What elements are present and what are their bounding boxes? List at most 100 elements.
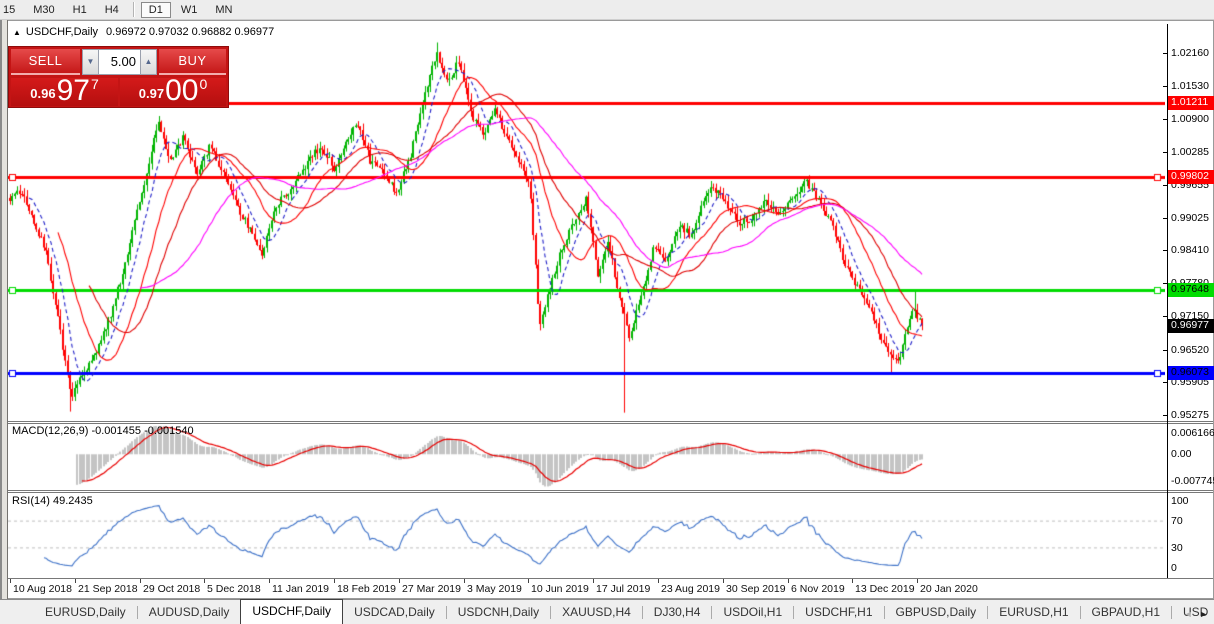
timeframe-m30[interactable]: M30 xyxy=(25,2,62,18)
chart-tab-xauusd-h4[interactable]: XAUUSD,H4 xyxy=(551,601,642,624)
chart-tab-eurusd-h1[interactable]: EURUSD,H1 xyxy=(988,601,1079,624)
price-axis-label: 0.98410 xyxy=(1171,244,1209,256)
date-label: 3 May 2019 xyxy=(467,583,522,595)
date-label: 30 Sep 2019 xyxy=(726,583,786,595)
price-axis-tick xyxy=(1163,382,1168,383)
chart-ohlc-values: 0.96972 0.97032 0.96882 0.96977 xyxy=(106,26,274,38)
price-axis-tick xyxy=(1163,185,1168,186)
date-axis[interactable]: 10 Aug 2018 21 Sep 2018 29 Oct 2018 5 Dec 2… xyxy=(8,578,1213,597)
date-tick xyxy=(852,579,853,583)
chart-window: ▲USDCHF,Daily0.96972 0.97032 0.96882 0.9… xyxy=(0,20,1214,599)
date-tick xyxy=(334,579,335,583)
hline-price-tag: 1.01211 xyxy=(1168,96,1214,110)
rsi-axis-label: 70 xyxy=(1171,515,1183,527)
date-label: 20 Jan 2020 xyxy=(920,583,978,595)
rsi-indicator-label: RSI(14) 49.2435 xyxy=(12,495,93,507)
date-tick xyxy=(10,579,11,583)
date-label: 5 Dec 2018 xyxy=(207,583,261,595)
sell-price-prefix: 0.96 xyxy=(30,86,55,101)
timeframe-w1[interactable]: W1 xyxy=(173,2,206,18)
date-label: 29 Oct 2018 xyxy=(143,583,200,595)
chart-tab-gbpaud-h1[interactable]: GBPAUD,H1 xyxy=(1081,601,1171,624)
sell-button[interactable]: SELL xyxy=(11,49,80,75)
volume-field[interactable]: 5.00 xyxy=(99,49,140,75)
macd-axis-label: 0.00 xyxy=(1171,448,1191,460)
hline-price-tag: 0.97648 xyxy=(1168,283,1214,297)
date-tick xyxy=(788,579,789,583)
date-label: 10 Jun 2019 xyxy=(531,583,589,595)
timeframe-h1[interactable]: H1 xyxy=(65,2,95,18)
price-axis-tick xyxy=(1163,152,1168,153)
hline-price-tag: 0.99802 xyxy=(1168,170,1214,184)
date-label: 10 Aug 2018 xyxy=(13,583,72,595)
timeframe-mn[interactable]: MN xyxy=(207,2,240,18)
chart-tab-dj30-h4[interactable]: DJ30,H4 xyxy=(643,601,712,624)
rsi-axis-label: 0 xyxy=(1171,562,1177,574)
date-tick xyxy=(917,579,918,583)
tab-scroll-left-icon[interactable]: ◄ xyxy=(1184,609,1195,619)
sell-price-display[interactable]: 0.96977 xyxy=(11,78,118,106)
window-left-frame xyxy=(0,20,8,599)
date-label: 23 Aug 2019 xyxy=(661,583,720,595)
rsi-pane-canvas[interactable] xyxy=(8,493,1165,577)
buy-price-sup: 0 xyxy=(199,76,207,92)
tab-scroll-arrows: ◄ ► xyxy=(1184,609,1210,619)
buy-price-prefix: 0.97 xyxy=(139,86,164,101)
price-axis-label: 0.95275 xyxy=(1171,409,1209,421)
pane-splitter-macd[interactable] xyxy=(8,421,1213,424)
chart-tab-usdchf-h1[interactable]: USDCHF,H1 xyxy=(794,601,883,624)
price-axis-label: 1.01530 xyxy=(1171,80,1209,92)
sell-price-sup: 7 xyxy=(91,76,99,92)
chart-tab-audusd-daily[interactable]: AUDUSD,Daily xyxy=(138,601,241,624)
price-axis-label: 1.00285 xyxy=(1171,146,1209,158)
timeframe-15[interactable]: 15 xyxy=(0,2,23,18)
date-tick xyxy=(399,579,400,583)
date-tick xyxy=(75,579,76,583)
one-click-trade-panel: SELL ▼ 5.00 ▲ BUY 0.96977 0.97000 xyxy=(8,46,229,108)
macd-indicator-label: MACD(12,26,9) -0.001455 -0.001540 xyxy=(12,425,194,437)
price-axis-label: 0.96520 xyxy=(1171,344,1209,356)
price-axis-label: 1.02160 xyxy=(1171,47,1209,59)
chart-tab-usdcnh-daily[interactable]: USDCNH,Daily xyxy=(447,601,550,624)
date-label: 6 Nov 2019 xyxy=(791,583,845,595)
timeframe-h4[interactable]: H4 xyxy=(97,2,127,18)
chart-tab-eurusd-daily[interactable]: EURUSD,Daily xyxy=(34,601,137,624)
date-label: 21 Sep 2018 xyxy=(78,583,138,595)
macd-axis-label: 0.006166 xyxy=(1171,427,1214,439)
date-label: 17 Jul 2019 xyxy=(596,583,650,595)
price-axis-tick xyxy=(1163,250,1168,251)
timeframe-toolbar: 15M30H1H4 D1W1MN xyxy=(0,0,1214,20)
price-axis-label: 1.00900 xyxy=(1171,113,1209,125)
chart-tab-bar: EURUSD,DailyAUDUSD,DailyUSDCHF,DailyUSDC… xyxy=(0,599,1214,624)
volume-up-icon[interactable]: ▲ xyxy=(140,49,157,75)
current-price-tag: 0.96977 xyxy=(1168,319,1214,333)
rsi-axis-label: 100 xyxy=(1171,495,1189,507)
price-axis-tick xyxy=(1163,350,1168,351)
price-axis-tick xyxy=(1163,86,1168,87)
chart-tab-usdcad-daily[interactable]: USDCAD,Daily xyxy=(343,601,446,624)
chart-tab-usdchf-daily[interactable]: USDCHF,Daily xyxy=(240,599,343,624)
chart-title: ▲USDCHF,Daily0.96972 0.97032 0.96882 0.9… xyxy=(13,26,274,38)
timeframe-d1[interactable]: D1 xyxy=(141,2,171,18)
tab-scroll-right-icon[interactable]: ► xyxy=(1195,609,1210,619)
volume-down-icon[interactable]: ▼ xyxy=(82,49,99,75)
hline-price-tag: 0.96073 xyxy=(1168,366,1214,380)
price-axis-tick xyxy=(1163,415,1168,416)
date-tick xyxy=(464,579,465,583)
date-tick xyxy=(269,579,270,583)
buy-price-display[interactable]: 0.97000 xyxy=(120,78,226,106)
volume-spinner: ▼ 5.00 ▲ xyxy=(82,49,157,75)
buy-button[interactable]: BUY xyxy=(159,49,226,75)
price-axis-tick xyxy=(1163,316,1168,317)
macd-axis-label: -0.007745 xyxy=(1171,475,1214,487)
price-axis-tick xyxy=(1163,119,1168,120)
date-tick xyxy=(140,579,141,583)
pane-splitter-rsi[interactable] xyxy=(8,490,1213,493)
date-tick xyxy=(204,579,205,583)
price-axis-label: 0.99025 xyxy=(1171,212,1209,224)
date-tick xyxy=(528,579,529,583)
chart-tab-usdoil-h1[interactable]: USDOil,H1 xyxy=(712,601,793,624)
date-tick xyxy=(593,579,594,583)
chart-tab-gbpusd-daily[interactable]: GBPUSD,Daily xyxy=(885,601,988,624)
collapse-triangle-icon[interactable]: ▲ xyxy=(13,28,21,37)
